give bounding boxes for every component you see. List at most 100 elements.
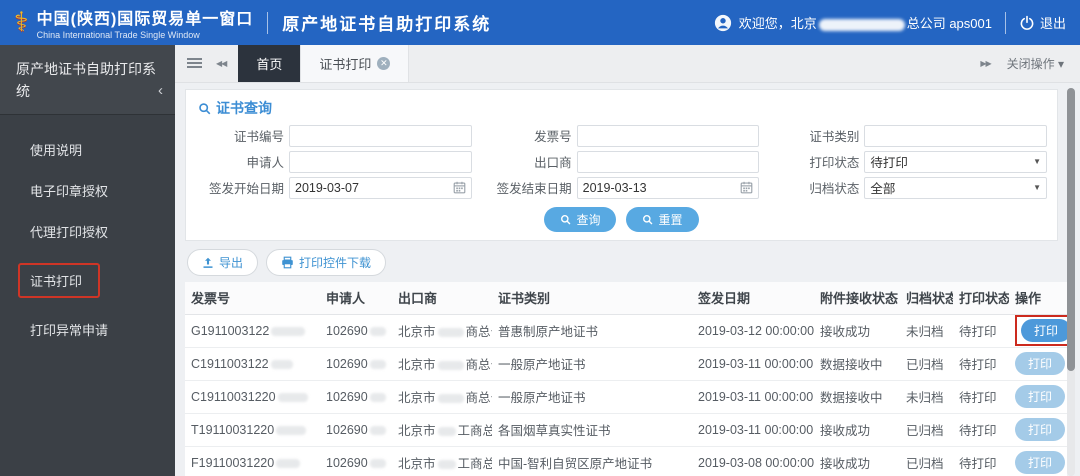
system-title: 原产地证书自助打印系统 [282, 15, 492, 34]
print-status-value [870, 154, 1030, 169]
redaction-smudge [437, 460, 456, 470]
archive-status-value [870, 180, 1030, 195]
sidebar-item-print-exception[interactable]: 打印异常申请 [0, 309, 175, 350]
invoice-no: F19110031220 [191, 455, 275, 470]
reset-button[interactable]: 重置 [626, 207, 699, 232]
end-date-input[interactable] [582, 180, 737, 195]
table-row: G1911003122 102690 北京市 商总公司 普惠制原产地证书 2019… [185, 314, 1067, 348]
redaction-smudge [437, 328, 464, 338]
top-header: ⚕ 中国(陕西)国际贸易单一窗口 China International Tra… [0, 0, 1080, 45]
calendar-icon[interactable] [740, 181, 753, 194]
scrollbar-thumb[interactable] [1067, 88, 1075, 371]
applicant: 102690 [326, 356, 368, 371]
field-end-date: 签发结束日期 [484, 176, 760, 199]
sidebar-item-eseal-auth[interactable]: 电子印章授权 [0, 170, 175, 211]
exporter-input[interactable] [582, 154, 754, 169]
chevron-down-icon: ▼ [1033, 157, 1041, 166]
redaction-smudge [270, 359, 293, 369]
chevron-down-icon: ▼ [1033, 183, 1041, 192]
attach-status: 接收成功 [814, 413, 900, 447]
cert-type-input[interactable] [870, 128, 1041, 143]
exporter-suffix: 商总公司 [465, 358, 492, 372]
redaction-smudge [818, 18, 905, 31]
search-button[interactable]: 查询 [544, 207, 617, 232]
applicant: 102690 [326, 323, 368, 338]
start-date-picker[interactable] [289, 176, 472, 199]
redaction-smudge [277, 392, 308, 402]
sidebar-item-usage[interactable]: 使用说明 [0, 129, 175, 170]
print-status-select[interactable]: ▼ [864, 150, 1047, 173]
print-control-download-button[interactable]: 打印控件下载 [266, 249, 387, 276]
tab-bar: ◀◀ 首页 证书打印 ✕ ▶▶ 关闭操作 ▾ [175, 45, 1080, 83]
applicant-label: 申请人 [246, 156, 284, 170]
search-icon [561, 215, 571, 225]
logout-button[interactable]: 退出 [1019, 13, 1066, 32]
sidebar-title-text: 原产地证书自助打印系统 [16, 61, 156, 99]
results-table: 发票号 申请人 出口商 证书类别 签发日期 附件接收状态 归档状态 打印状态 操… [185, 282, 1067, 476]
power-icon [1019, 15, 1035, 31]
end-date-picker[interactable] [576, 176, 760, 199]
sidebar-item-label: 电子印章授权 [30, 184, 109, 200]
redaction-smudge [369, 458, 386, 468]
tab-right-tools: ▶▶ 关闭操作 ▾ [964, 45, 1080, 82]
print-button[interactable]: 打印 [1015, 451, 1066, 474]
sidebar-collapse-icon[interactable]: ‹ [158, 79, 163, 102]
export-button[interactable]: 导出 [187, 249, 259, 276]
annotation-red-box: 打印 [1015, 315, 1067, 346]
tab-home[interactable]: 首页 [238, 45, 301, 82]
field-archive-status: 归档状态 ▼ [771, 176, 1047, 199]
brand-title-cn: 中国(陕西)国际贸易单一窗口 [36, 11, 254, 28]
sidebar: 原产地证书自助打印系统 ‹ 使用说明 电子印章授权 代理打印授权 证书打印 打印… [0, 45, 175, 476]
sidebar-item-cert-print[interactable]: 证书打印 [0, 252, 175, 309]
close-tab-icon[interactable]: ✕ [377, 57, 391, 70]
applicant-input[interactable] [295, 154, 466, 169]
close-operations-label: 关闭操作 [1006, 57, 1055, 71]
redaction-smudge [276, 425, 307, 435]
issue-date: 2019-03-12 00:00:00 [692, 314, 814, 348]
menu-toggle-icon[interactable] [187, 58, 202, 69]
start-date-input[interactable] [295, 180, 449, 195]
sidebar-item-label: 代理打印授权 [30, 225, 109, 241]
welcome-prefix: 欢迎您，北京 [738, 16, 817, 31]
calendar-icon[interactable] [453, 181, 466, 194]
field-cert-type: 证书类别 [771, 124, 1047, 147]
col-exporter: 出口商 [392, 282, 492, 315]
table-row: C1911003122 102690 北京市 商总公司 一般原产地证书 2019-… [185, 347, 1067, 381]
export-button-label: 导出 [219, 256, 244, 270]
print-status: 待打印 [953, 413, 1009, 447]
cert-no-label: 证书编号 [233, 130, 284, 144]
print-button[interactable]: 打印 [1015, 352, 1066, 375]
exporter: 北京市 [398, 391, 436, 405]
print-status: 待打印 [953, 446, 1009, 476]
print-button[interactable]: 打印 [1015, 418, 1066, 441]
print-button[interactable]: 打印 [1015, 385, 1066, 408]
sidebar-title: 原产地证书自助打印系统 ‹ [0, 45, 175, 116]
print-status: 待打印 [953, 314, 1009, 348]
exporter: 北京市 [398, 457, 436, 471]
redaction-smudge [271, 326, 306, 336]
printer-icon [282, 256, 293, 269]
archive-status-select[interactable]: ▼ [864, 176, 1047, 199]
annotation-red-box: 证书打印 [18, 263, 101, 299]
tab-cert-print[interactable]: 证书打印 ✕ [300, 45, 410, 82]
invoice-no-input[interactable] [582, 128, 754, 143]
close-operations-dropdown[interactable]: 关闭操作 ▾ [1007, 55, 1064, 72]
exporter: 北京市 [398, 358, 436, 372]
scroll-tabs-left-icon[interactable]: ◀◀ [216, 59, 227, 68]
cert-type: 中国-智利自贸区原产地证书 [492, 446, 692, 476]
sidebar-item-agent-print-auth[interactable]: 代理打印授权 [0, 211, 175, 252]
cert-no-input[interactable] [295, 128, 466, 143]
query-buttons: 查询 重置 [196, 202, 1047, 232]
print-button[interactable]: 打印 [1021, 319, 1067, 342]
field-start-date: 签发开始日期 [196, 176, 472, 199]
table-row: C19110031220 102690 北京市 商总公司 一般原产地证书 2019… [185, 380, 1067, 414]
cert-type: 各国烟草真实性证书 [492, 413, 692, 447]
scroll-tabs-right-icon[interactable]: ▶▶ [980, 59, 991, 68]
attach-status: 接收成功 [814, 446, 900, 476]
col-applicant: 申请人 [320, 282, 392, 315]
logout-label: 退出 [1039, 16, 1066, 31]
print-control-label: 打印控件下载 [299, 256, 372, 270]
tab-label: 证书打印 [319, 57, 372, 72]
sidebar-menu: 使用说明 电子印章授权 代理打印授权 证书打印 打印异常申请 [0, 115, 175, 350]
query-panel: 证书查询 证书编号 发票号 证书类别 申请人 出口商 打印状态 待打印 ▼ 签发… [185, 89, 1058, 241]
